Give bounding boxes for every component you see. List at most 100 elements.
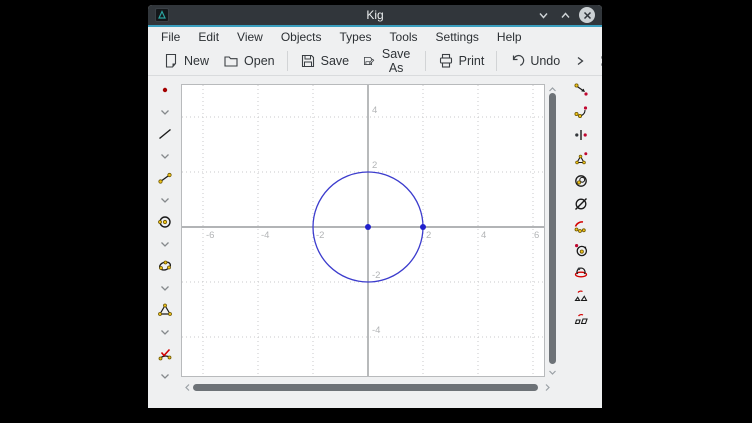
save-button[interactable]: Save [293,50,357,72]
points-and-objects-toolbox [148,76,181,408]
point-tool-expander[interactable] [153,101,177,123]
arc-icon [573,219,589,235]
canvas-frame: -6 -4 -2 2 4 6 4 2 -2 -4 [181,84,560,408]
rotation-icon [573,242,589,258]
close-icon [583,11,592,20]
chevron-down-icon [157,368,173,384]
geometry-canvas[interactable]: -6 -4 -2 2 4 6 4 2 -2 -4 [181,84,545,377]
point-reflection-tool-button[interactable] [569,100,593,123]
open-button[interactable]: Open [216,50,282,72]
maximize-button[interactable] [557,7,573,23]
line-reflection-icon [573,127,589,143]
print-button-label: Print [459,54,485,68]
polygon-icon [157,302,173,318]
chevron-left-icon [183,383,192,392]
polygon-tool-button[interactable] [153,299,177,321]
transformations-toolbox [560,76,602,408]
new-document-icon [163,53,179,69]
x-tick-label: -6 [206,230,214,241]
inversion-tool-button[interactable] [569,169,593,192]
open-folder-icon [223,53,239,69]
gridlines [182,85,544,376]
y-tick-label: -2 [372,270,380,281]
window-controls [535,7,595,23]
menu-view[interactable]: View [228,28,272,46]
print-button[interactable]: Print [431,50,492,72]
chevron-down-icon [548,368,557,377]
circle-tool-button[interactable] [153,211,177,233]
open-button-label: Open [244,54,275,68]
angle-tool-expander[interactable] [153,365,177,387]
triangle-reflection-tool-button[interactable] [569,146,593,169]
toolbar-separator [287,51,288,71]
chevron-down-icon [157,324,173,340]
axis-labels: -6 -4 -2 2 4 6 4 2 -2 -4 [206,105,539,336]
segment-tool-button[interactable] [153,167,177,189]
y-tick-label: -4 [372,325,380,336]
horizontal-scrollbar[interactable] [181,379,545,395]
undo-icon [509,53,525,69]
undo-dropdown-button[interactable] [567,52,593,70]
close-button[interactable] [579,7,595,23]
new-button[interactable]: New [156,50,216,72]
horizontal-scrollbar-thumb[interactable] [193,384,538,391]
conic-tool-expander[interactable] [153,277,177,299]
scroll-left-button[interactable] [182,382,192,392]
affine-transform-tool-button[interactable] [569,307,593,330]
menu-help[interactable]: Help [488,28,531,46]
line-icon [157,126,173,142]
circle-tool-expander[interactable] [153,233,177,255]
conic-tool-button[interactable] [153,255,177,277]
inversion-icon [573,173,589,189]
point-icon [157,82,173,98]
projective-rotation-icon [573,265,589,281]
menu-objects[interactable]: Objects [272,28,331,46]
menu-settings[interactable]: Settings [427,28,488,46]
line-tool-button[interactable] [153,123,177,145]
point-tool-button[interactable] [153,79,177,101]
angle-tool-button[interactable] [153,343,177,365]
toolbar-separator [496,51,497,71]
circle-test-tool-button[interactable] [569,192,593,215]
menu-edit[interactable]: Edit [189,28,228,46]
window-title: Kig [148,8,602,22]
translation-tool-button[interactable] [569,77,593,100]
chevron-right-icon [543,383,552,392]
projective-rotation-tool-button[interactable] [569,261,593,284]
minimize-button[interactable] [535,7,551,23]
segment-tool-expander[interactable] [153,189,177,211]
chevron-right-icon [574,55,586,67]
vertical-scrollbar[interactable] [545,84,560,377]
undo-button[interactable]: Undo [502,50,567,72]
main-area: -6 -4 -2 2 4 6 4 2 -2 -4 [148,76,602,408]
zoom-in-button[interactable]: Zoom In [593,44,602,78]
toolbar: New Open Save Save As [148,47,602,76]
save-as-button-label: Save As [380,47,413,75]
angle-icon [157,346,173,362]
menu-file[interactable]: File [152,28,189,46]
point-reflection-icon [573,104,589,120]
scaling-tool-button[interactable] [569,284,593,307]
circle-test-icon [573,196,589,212]
chevron-down-icon [157,148,173,164]
rotation-tool-button[interactable] [569,238,593,261]
save-as-button[interactable]: Save As [356,44,420,78]
vertical-scrollbar-thumb[interactable] [549,93,556,364]
coordinate-grid: -6 -4 -2 2 4 6 4 2 -2 -4 [182,85,544,376]
segment-icon [157,170,173,186]
titlebar[interactable]: Kig [148,5,602,25]
arc-tool-button[interactable] [569,215,593,238]
x-tick-label: 4 [481,230,486,241]
scroll-down-button[interactable] [547,367,557,377]
radius-point-object[interactable] [420,224,426,230]
x-tick-label: -2 [316,230,324,241]
chevron-down-icon [538,10,549,21]
center-point-object[interactable] [365,224,371,230]
undo-button-label: Undo [530,54,560,68]
chevron-up-icon [560,10,571,21]
scroll-right-button[interactable] [542,382,552,392]
line-tool-expander[interactable] [153,145,177,167]
polygon-tool-expander[interactable] [153,321,177,343]
line-reflection-tool-button[interactable] [569,123,593,146]
save-icon [300,53,316,69]
